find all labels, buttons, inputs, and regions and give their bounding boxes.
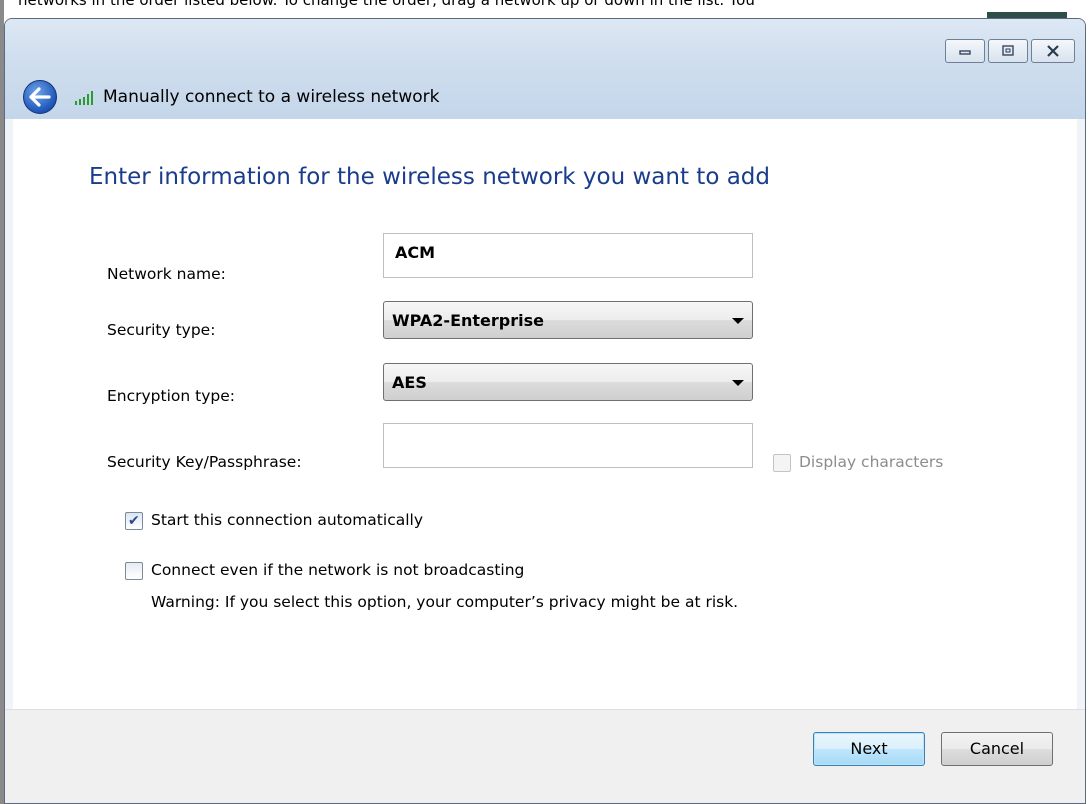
privacy-warning-text: Warning: If you select this option, your… bbox=[151, 593, 739, 611]
display-characters-label: Display characters bbox=[799, 453, 944, 471]
caption-buttons bbox=[945, 39, 1075, 63]
close-button[interactable] bbox=[1031, 39, 1075, 63]
encryption-type-select[interactable]: AES bbox=[383, 363, 753, 401]
wireless-signal-icon bbox=[75, 89, 93, 105]
page-instruction: Enter information for the wireless netwo… bbox=[89, 164, 771, 190]
wizard-window: Manually connect to a wireless network E… bbox=[4, 18, 1086, 804]
wizard-content: Enter information for the wireless netwo… bbox=[13, 119, 1077, 709]
dropdown-arrow-icon bbox=[732, 380, 744, 386]
connect-not-broadcasting-checkbox[interactable] bbox=[125, 562, 143, 580]
window-frame: Manually connect to a wireless network bbox=[5, 19, 1085, 119]
start-automatically-checkbox[interactable]: ✔ bbox=[125, 512, 143, 530]
maximize-button[interactable] bbox=[988, 39, 1028, 63]
connect-not-broadcasting-label: Connect even if the network is not broad… bbox=[151, 561, 525, 579]
display-characters-checkbox[interactable] bbox=[773, 454, 791, 472]
wizard-footer: Next Cancel bbox=[5, 709, 1085, 803]
security-key-label: Security Key/Passphrase: bbox=[107, 453, 302, 471]
minimize-icon bbox=[959, 50, 971, 55]
title-row: Manually connect to a wireless network bbox=[23, 77, 439, 117]
security-key-input[interactable] bbox=[383, 423, 753, 468]
encryption-type-value: AES bbox=[392, 373, 427, 392]
encryption-type-label: Encryption type: bbox=[107, 387, 235, 405]
back-arrow-icon bbox=[29, 87, 51, 107]
security-type-label: Security type: bbox=[107, 321, 216, 339]
network-name-input[interactable]: ACM bbox=[383, 233, 753, 278]
dropdown-arrow-icon bbox=[732, 318, 744, 324]
close-icon bbox=[1047, 45, 1059, 57]
window-title: Manually connect to a wireless network bbox=[103, 87, 440, 107]
security-type-value: WPA2-Enterprise bbox=[392, 311, 544, 330]
background-window: networks in the order listed below. To c… bbox=[0, 0, 1089, 18]
checkmark-icon: ✔ bbox=[128, 513, 140, 529]
maximize-icon bbox=[1002, 45, 1014, 56]
back-button[interactable] bbox=[23, 80, 57, 114]
network-name-label: Network name: bbox=[107, 265, 226, 283]
start-automatically-label: Start this connection automatically bbox=[151, 511, 423, 529]
next-button[interactable]: Next bbox=[813, 732, 925, 766]
security-type-select[interactable]: WPA2-Enterprise bbox=[383, 301, 753, 339]
background-window-text: networks in the order listed below. To c… bbox=[18, 0, 755, 9]
minimize-button[interactable] bbox=[945, 39, 985, 63]
cancel-button[interactable]: Cancel bbox=[941, 732, 1053, 766]
